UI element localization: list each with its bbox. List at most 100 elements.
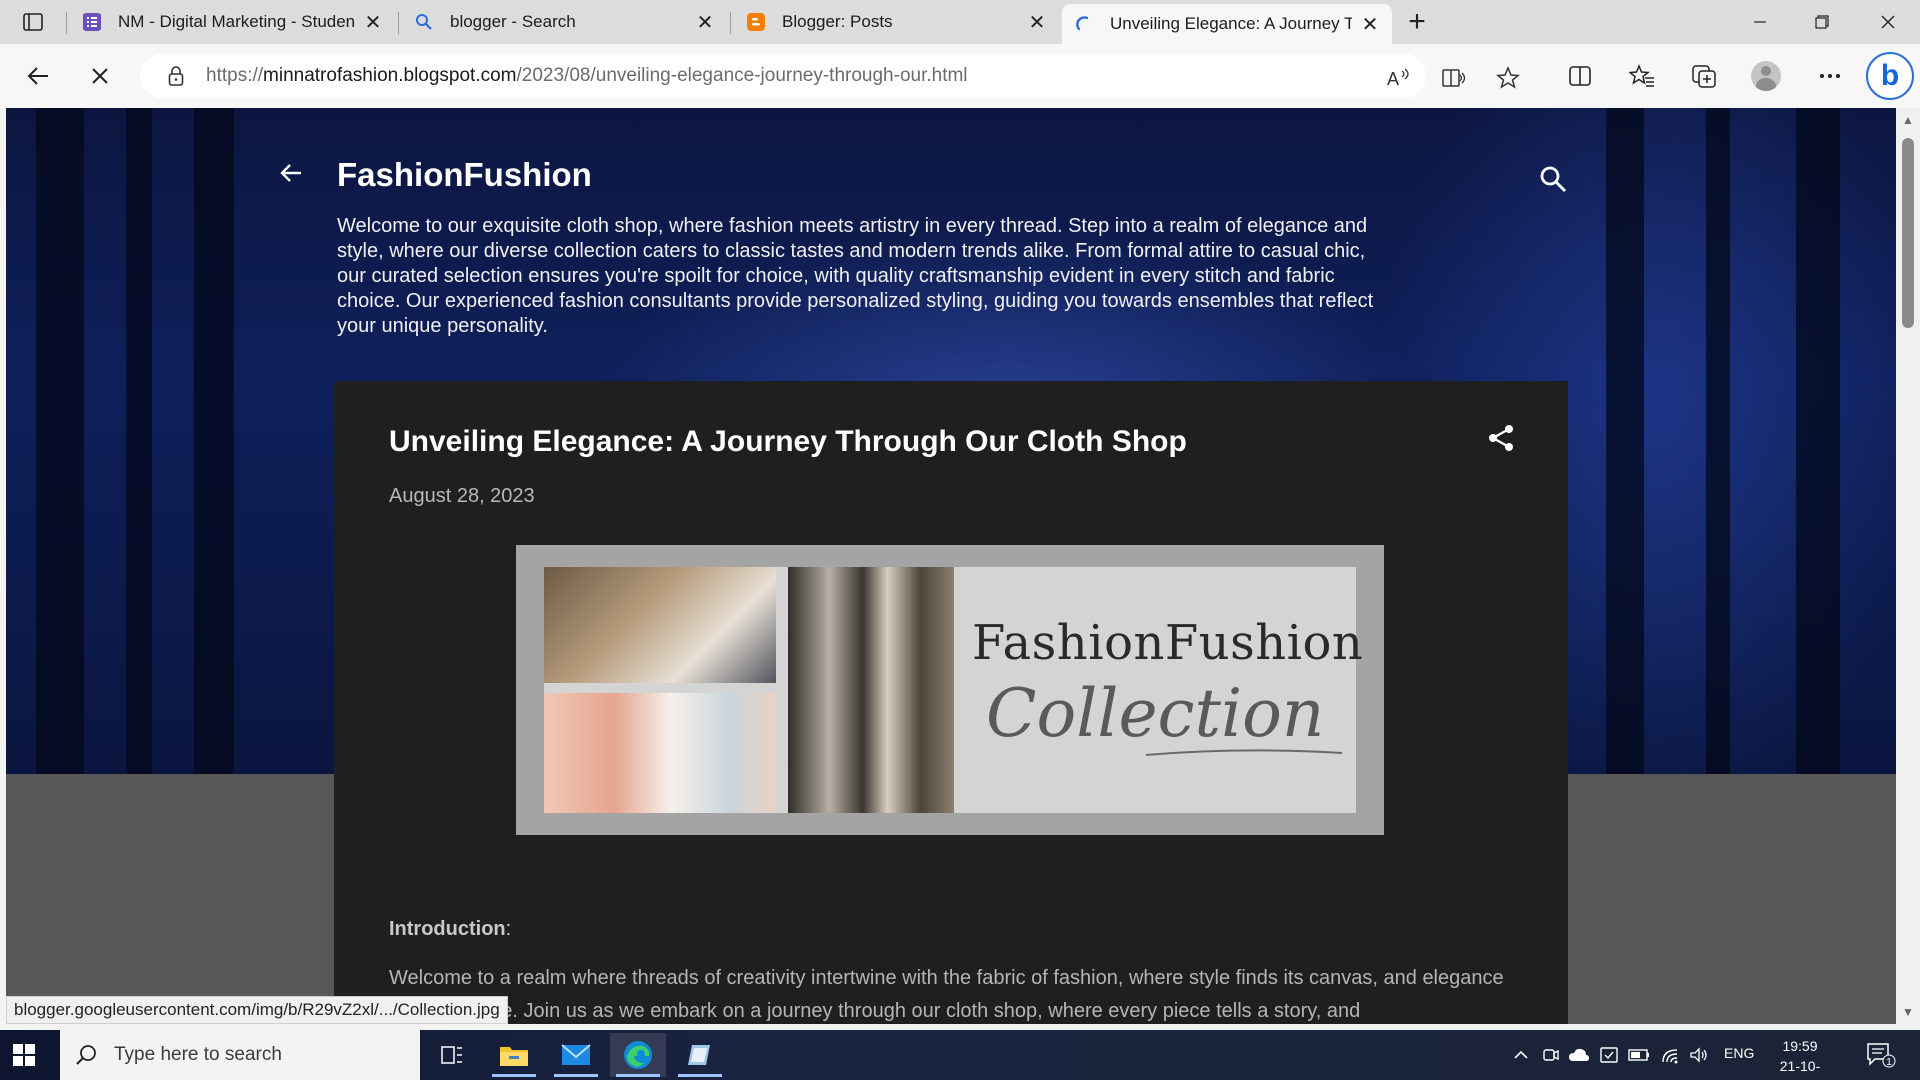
close-window-button[interactable]: [1866, 6, 1910, 38]
battery-icon[interactable]: [1628, 1044, 1650, 1066]
more-options-button[interactable]: [1812, 58, 1848, 94]
tree-trunk: [1706, 108, 1730, 774]
back-arrow-icon: [280, 164, 301, 182]
tab-title: Unveiling Elegance: A Journey Th: [1110, 14, 1352, 33]
kids-clothing-photo: [544, 693, 776, 813]
chevron-up-icon: [1514, 1050, 1528, 1059]
scrollbar-thumb[interactable]: [1902, 138, 1914, 328]
profile-button[interactable]: [1748, 58, 1784, 94]
post-title: Unveiling Elegance: A Journey Through Ou…: [389, 425, 1187, 458]
notes-app-icon: [688, 1045, 710, 1065]
clothing-rack-photo: [788, 567, 954, 813]
intro-colon: :: [505, 918, 512, 940]
close-tab-icon[interactable]: ✕: [363, 12, 383, 34]
status-link-preview: blogger.googleusercontent.com/img/b/R29v…: [6, 996, 508, 1024]
tab-actions-button[interactable]: [14, 9, 52, 35]
forms-icon: [82, 12, 102, 32]
clock-date: 21-10-2023: [1779, 1058, 1821, 1080]
task-view-button[interactable]: [424, 1033, 480, 1077]
show-hidden-icons-button[interactable]: [1510, 1044, 1532, 1066]
split-screen-icon[interactable]: [1562, 58, 1598, 94]
url-path: /2023/08/unveiling-elegance-journey-thro…: [516, 65, 968, 86]
tab-blogger-posts[interactable]: Blogger: Posts ✕: [734, 4, 1059, 40]
bing-copilot-button[interactable]: b: [1866, 52, 1914, 100]
banner-inner: FashionFushion Collection: [544, 567, 1363, 813]
tree-trunk: [1796, 108, 1840, 774]
search-icon: [414, 12, 434, 32]
tab-title: NM - Digital Marketing - Student: [118, 12, 355, 31]
bing-icon: b: [1880, 59, 1900, 92]
tree-trunk: [126, 108, 152, 774]
start-button[interactable]: [12, 1043, 36, 1067]
read-aloud-icon[interactable]: A: [1386, 64, 1414, 92]
intro-paragraph: Welcome to a realm where threads of crea…: [389, 967, 1504, 1022]
blog-description: Welcome to our exquisite cloth shop, whe…: [337, 215, 1374, 337]
banner-brand-text: FashionFushion: [972, 615, 1364, 671]
swash-decoration: [1145, 749, 1343, 756]
minimize-icon: [1754, 21, 1766, 23]
blog-search-button[interactable]: [1538, 164, 1570, 196]
tab-separator: [398, 12, 399, 34]
search-icon: [1540, 166, 1567, 193]
url-scheme: https://: [206, 65, 264, 86]
meet-now-icon[interactable]: [1540, 1044, 1562, 1066]
collection-banner-image[interactable]: FashionFushion Collection: [516, 545, 1384, 835]
scroll-up-icon[interactable]: ▲: [1902, 113, 1914, 127]
tab-separator: [66, 12, 67, 34]
tree-trunk: [36, 108, 84, 774]
notifications-button[interactable]: 1: [1866, 1042, 1896, 1068]
onedrive-icon[interactable]: [1568, 1044, 1590, 1066]
mail-icon: [561, 1044, 591, 1065]
collections-icon[interactable]: [1686, 58, 1722, 94]
share-button[interactable]: [1486, 423, 1518, 455]
windows-logo-icon: [13, 1044, 35, 1066]
restore-icon: [1815, 15, 1829, 29]
banner-collection-text: Collection: [986, 675, 1325, 752]
minimize-button[interactable]: [1738, 6, 1782, 38]
edge-browser-button[interactable]: [610, 1033, 666, 1077]
input-language-indicator[interactable]: ENG: [1724, 1045, 1754, 1061]
clock-time: 19:59: [1782, 1038, 1818, 1054]
lock-icon[interactable]: [166, 66, 186, 86]
immersive-reader-icon[interactable]: [1440, 64, 1468, 92]
tab-unveiling-elegance[interactable]: Unveiling Elegance: A Journey Th ✕: [1062, 4, 1392, 44]
clock[interactable]: 19:59 21-10-2023: [1766, 1036, 1834, 1080]
windows-security-icon[interactable]: [1598, 1044, 1620, 1066]
favorite-star-icon[interactable]: [1494, 64, 1522, 92]
taskbar-search-box[interactable]: Type here to search: [60, 1030, 420, 1080]
tab-nm-digital-marketing[interactable]: NM - Digital Marketing - Student ✕: [70, 4, 395, 40]
new-tab-button[interactable]: +: [1402, 5, 1432, 38]
favorites-icon[interactable]: [1624, 58, 1660, 94]
taskbar-search-placeholder: Type here to search: [114, 1044, 282, 1065]
stop-loading-button[interactable]: [82, 58, 118, 94]
blog-title[interactable]: FashionFushion: [337, 156, 592, 194]
post-date[interactable]: August 28, 2023: [389, 485, 535, 508]
volume-icon[interactable]: [1688, 1044, 1710, 1066]
intro-heading: Introduction:: [389, 918, 511, 941]
page-scrollbar[interactable]: ▲ ▼: [1896, 108, 1920, 1024]
tree-trunk: [194, 108, 234, 774]
wifi-icon[interactable]: [1660, 1044, 1682, 1066]
blog-back-button[interactable]: [276, 158, 306, 188]
close-tab-icon[interactable]: ✕: [1360, 14, 1380, 36]
back-arrow-icon: [27, 67, 48, 85]
tab-separator: [730, 12, 731, 34]
mail-button[interactable]: [548, 1033, 604, 1077]
browser-toolbar: https://minnatrofashion.blogspot.com/202…: [0, 44, 1920, 108]
tab-title: Blogger: Posts: [782, 12, 893, 31]
file-explorer-button[interactable]: [486, 1033, 542, 1077]
back-button[interactable]: [20, 58, 56, 94]
task-view-icon: [441, 1046, 462, 1064]
close-tab-icon[interactable]: ✕: [695, 12, 715, 34]
notes-app-button[interactable]: [672, 1033, 728, 1077]
url-host: minnatrofashion.blogspot.com: [263, 65, 517, 86]
blogger-icon: [746, 12, 766, 32]
scroll-down-icon[interactable]: ▼: [1902, 1005, 1914, 1019]
share-icon: [1489, 425, 1513, 451]
restore-button[interactable]: [1800, 6, 1844, 38]
tab-blogger-search[interactable]: blogger - Search ✕: [402, 4, 727, 40]
url-text[interactable]: https://minnatrofashion.blogspot.com/202…: [206, 65, 968, 87]
close-tab-icon[interactable]: ✕: [1027, 12, 1047, 34]
loading-icon: [1074, 14, 1094, 34]
address-bar[interactable]: https://minnatrofashion.blogspot.com/202…: [140, 54, 1520, 98]
